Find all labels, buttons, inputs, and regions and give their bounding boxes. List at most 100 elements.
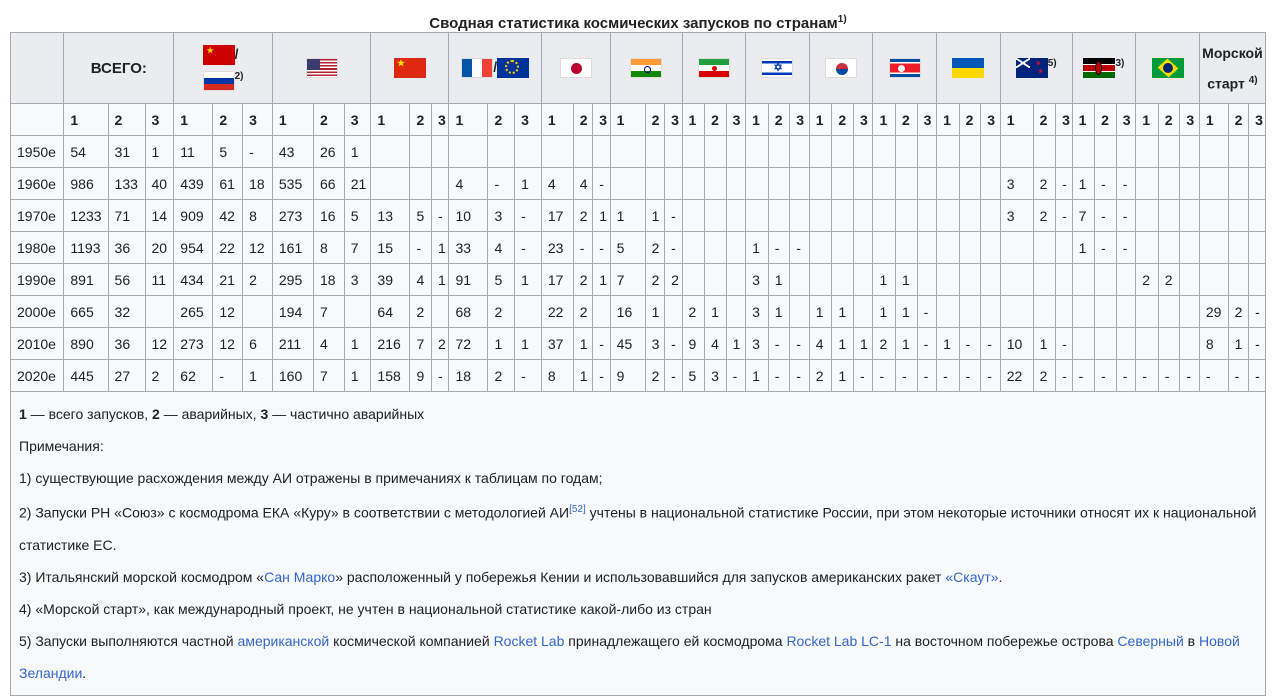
- column-number-cell: 1: [872, 103, 897, 136]
- table-cell: [980, 135, 1001, 168]
- table-cell: 1: [895, 295, 918, 328]
- column-number-cell: 1: [936, 103, 960, 136]
- table-cell: 1: [1071, 167, 1096, 200]
- table-cell: 1: [343, 327, 372, 360]
- scout-link[interactable]: «Скаут»: [945, 569, 998, 585]
- table-cell: [958, 263, 982, 296]
- table-row: 2020е 445 27 2 62-1 160 7 1 158 9-18 2-8 1-9 2-5 3-1-…: [9, 359, 1266, 392]
- column-number-cell: 1: [173, 103, 214, 136]
- ussr-separator: /: [234, 45, 239, 62]
- table-cell: 40: [144, 167, 175, 200]
- table-cell: 5: [343, 199, 372, 232]
- table-cell: [644, 167, 666, 200]
- note-5-text-a: 5) Запуски выполняются частной: [19, 632, 238, 649]
- table-cell: [1198, 135, 1229, 168]
- table-cell: [430, 167, 450, 200]
- table-cell: 1: [745, 231, 769, 264]
- decade-cell: 1950е: [9, 135, 65, 168]
- table-cell: [1071, 135, 1096, 168]
- table-cell: [831, 135, 854, 168]
- japan-flag-icon: [559, 58, 592, 78]
- table-cell: [936, 231, 960, 264]
- table-cell: [1135, 199, 1159, 232]
- table-cell: [936, 167, 960, 200]
- american-link[interactable]: американской: [238, 633, 330, 649]
- table-cell: -: [1248, 295, 1266, 328]
- table-cell: [808, 167, 833, 200]
- column-number-cell: 1: [271, 103, 314, 136]
- table-cell: [1179, 135, 1200, 168]
- note-5-text-c: принадлежащего ей космодрома: [564, 632, 787, 649]
- table-cell: [980, 263, 1001, 296]
- table-cell: 909: [173, 199, 214, 232]
- table-cell: [916, 167, 938, 200]
- table-cell: [1032, 263, 1057, 296]
- table-cell: 17: [540, 199, 574, 232]
- table-cell: 890: [63, 327, 109, 360]
- table-cell: [1135, 231, 1159, 264]
- table-cell: 2: [572, 295, 594, 328]
- launch-stats-table: ВСЕГО: ★ / 2) ★ / ✡ ★ ★ 5) 3) Морской ст…: [9, 32, 1267, 696]
- table-cell: 4: [572, 167, 594, 200]
- table-cell: [916, 135, 938, 168]
- table-cell: 1: [767, 295, 791, 328]
- table-cell: 161: [271, 231, 314, 264]
- table-cell: [704, 199, 727, 232]
- table-cell: 20: [144, 231, 175, 264]
- table-cell: 23: [540, 231, 574, 264]
- note-5-text-b: космической компанией: [329, 632, 494, 649]
- table-cell: -: [1198, 359, 1229, 392]
- table-cell: 295: [271, 263, 314, 296]
- san-marco-link[interactable]: Сан Марко: [264, 569, 335, 585]
- table-cell: 1: [725, 327, 747, 360]
- table-cell: [448, 135, 489, 168]
- column-number-cell: 3: [725, 103, 747, 136]
- table-cell: 273: [173, 327, 214, 360]
- table-cell: [1157, 231, 1181, 264]
- table-cell: 445: [63, 359, 109, 392]
- table-cell: [664, 295, 683, 328]
- header-sea-launch: Морской старт 4): [1198, 32, 1267, 104]
- table-row: 1970е 1233 71 14 909 42 8 273 16 5 13 5-10 3-17 2 1 1 1-…: [9, 199, 1266, 232]
- column-number-cell: 2: [312, 103, 345, 136]
- table-cell: -: [1055, 359, 1073, 392]
- table-cell: [1115, 263, 1137, 296]
- table-cell: -: [936, 359, 960, 392]
- table-cell: [1094, 135, 1117, 168]
- table-cell: [872, 199, 897, 232]
- table-cell: 1: [936, 327, 960, 360]
- table-cell: 211: [271, 327, 314, 360]
- table-cell: 2: [572, 199, 594, 232]
- table-cell: 2: [487, 295, 516, 328]
- header-row: ВСЕГО: ★ / 2) ★ / ✡ ★ ★ 5) 3) Морской ст…: [9, 32, 1267, 104]
- table-cell: -: [767, 327, 791, 360]
- rocket-lab-link[interactable]: Rocket Lab: [494, 633, 565, 649]
- table-cell: [895, 231, 918, 264]
- table-cell: -: [958, 327, 982, 360]
- header-new-zealand: ★ ★ 5): [999, 32, 1073, 104]
- table-cell: 3: [999, 199, 1034, 232]
- table-cell: 91: [448, 263, 489, 296]
- table-cell: [1055, 231, 1073, 264]
- table-cell: [681, 199, 706, 232]
- table-cell: 1: [895, 263, 918, 296]
- table-cell: [852, 263, 874, 296]
- table-body: 1950е 54 31 1 11 5-43 26 1 1960е 986 133 40 439 61 18 5…: [9, 135, 1266, 392]
- table-cell: [1115, 135, 1137, 168]
- table-cell: 2: [487, 359, 516, 392]
- table-cell: [144, 295, 175, 328]
- table-cell: 11: [173, 135, 214, 168]
- rocket-lab-lc1-link[interactable]: Rocket Lab LC-1: [786, 633, 891, 649]
- column-number-cell: 3: [1248, 103, 1266, 136]
- note-2-reference-link[interactable]: [52]: [569, 504, 586, 515]
- table-cell: -: [1055, 199, 1073, 232]
- table-cell: 4: [808, 327, 833, 360]
- table-cell: [789, 167, 810, 200]
- table-cell: -: [1115, 167, 1137, 200]
- table-cell: [681, 263, 706, 296]
- table-cell: -: [1094, 359, 1117, 392]
- table-cell: [789, 295, 810, 328]
- column-number-cell: 2: [1032, 103, 1057, 136]
- north-island-link[interactable]: Северный: [1117, 633, 1183, 649]
- table-cell: [1157, 167, 1181, 200]
